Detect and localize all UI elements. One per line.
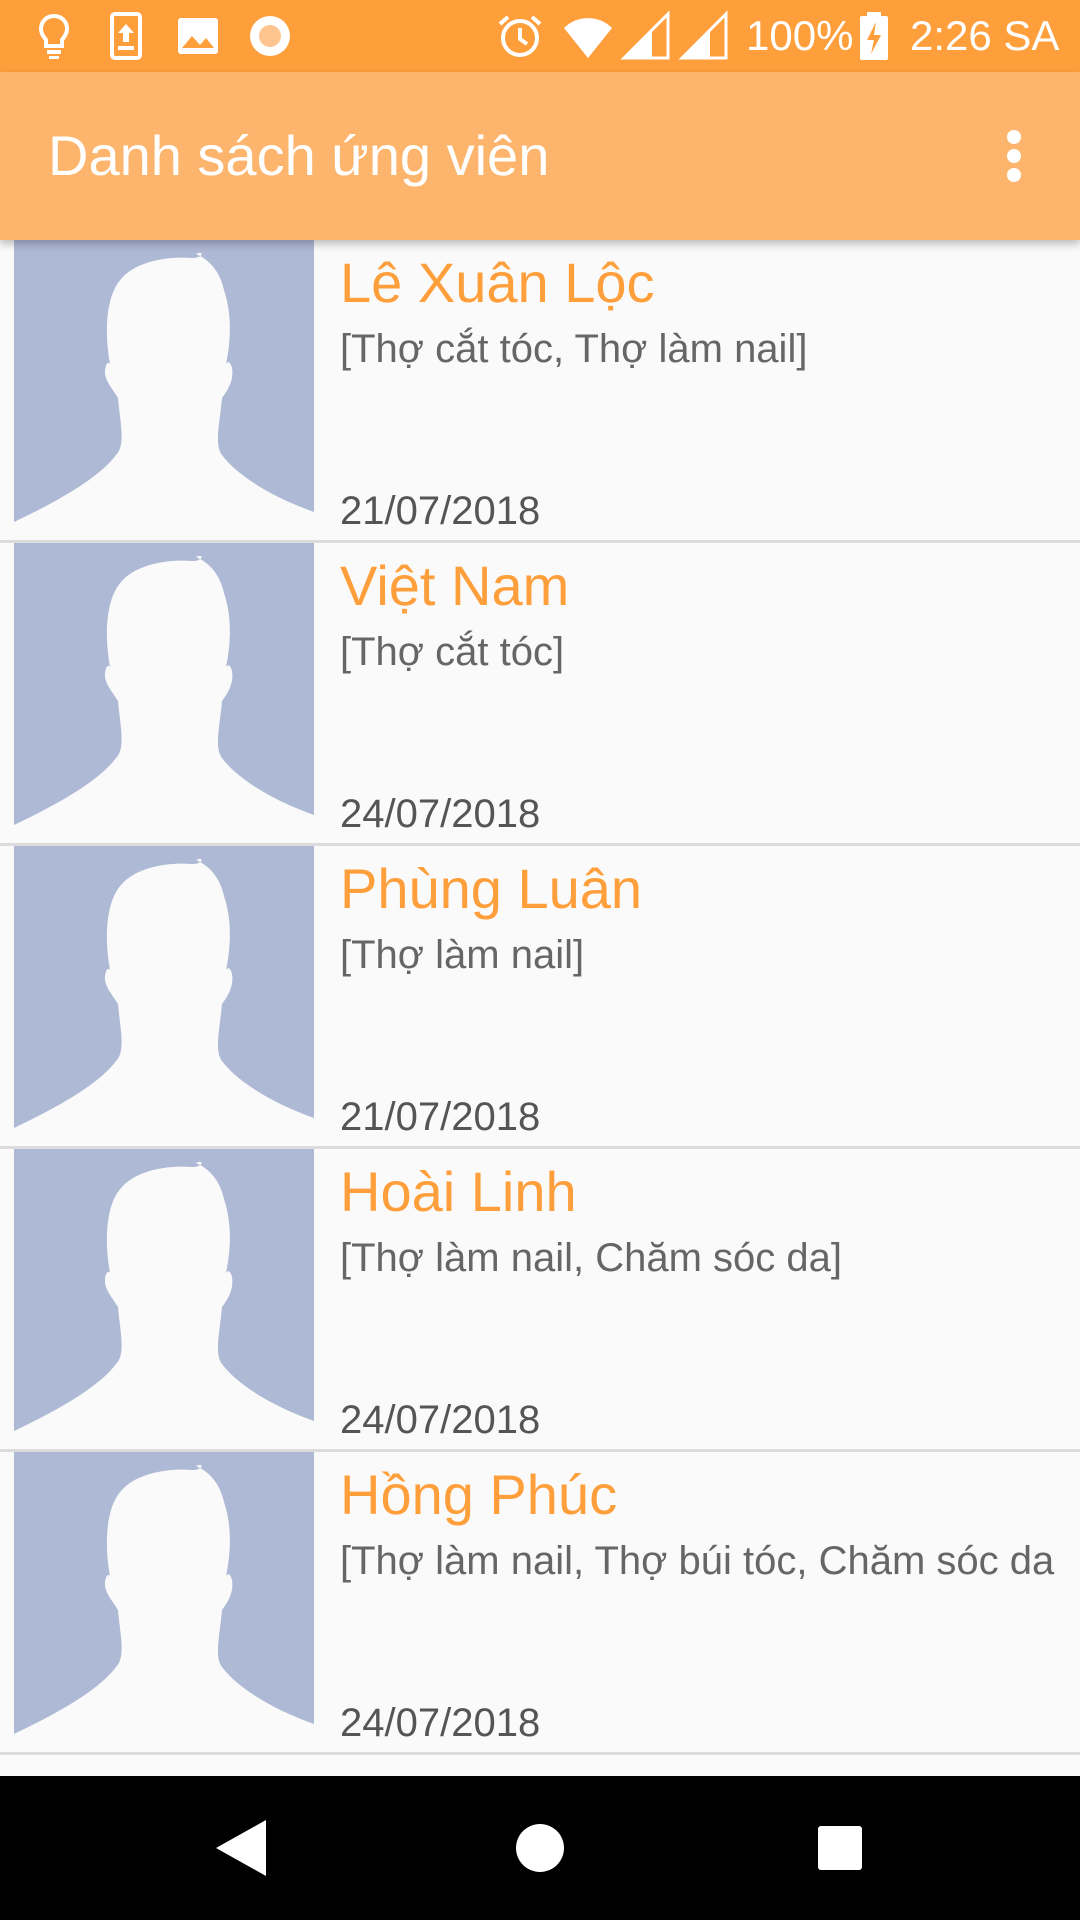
back-icon[interactable] <box>204 1812 276 1884</box>
candidate-date: 24/07/2018 <box>340 1398 541 1442</box>
page-title: Danh sách ứng viên <box>48 124 550 187</box>
candidate-skills: [Thợ cắt tóc] <box>340 630 565 674</box>
avatar <box>14 1149 314 1435</box>
list-item[interactable]: Việt Nam [Thợ cắt tóc] 24/07/2018 <box>0 543 1080 846</box>
candidate-date: 21/07/2018 <box>340 1095 541 1139</box>
avatar <box>14 543 314 829</box>
list-item[interactable]: Hoài Linh [Thợ làm nail, Chăm sóc da] 24… <box>0 1149 1080 1452</box>
candidate-skills: [Thợ làm nail] <box>340 933 585 977</box>
candidate-name: Việt Nam <box>340 554 570 617</box>
lightbulb-icon <box>38 13 70 59</box>
app-bar: Danh sách ứng viên <box>0 72 1080 240</box>
battery-percent: 100% <box>746 12 854 59</box>
candidate-name: Lê Xuân Lộc <box>340 251 655 314</box>
signal-icon <box>678 10 728 60</box>
candidate-skills: [Thợ làm nail, Chăm sóc da] <box>340 1236 842 1280</box>
candidate-date: 21/07/2018 <box>340 489 541 533</box>
candidate-name: Phùng Luân <box>340 857 643 920</box>
candidate-date: 24/07/2018 <box>340 792 541 836</box>
candidate-list: Lê Xuân Lộc [Thợ cắt tóc, Thợ làm nail] … <box>0 240 1080 1755</box>
candidate-name: Hoài Linh <box>340 1160 577 1223</box>
recents-icon[interactable] <box>804 1812 876 1884</box>
battery-charging-icon <box>860 12 888 60</box>
more-vert-icon[interactable] <box>990 122 1038 190</box>
list-item[interactable]: Hồng Phúc [Thợ làm nail, Thợ búi tóc, Ch… <box>0 1452 1080 1755</box>
record-icon <box>250 16 290 56</box>
candidate-skills: [Thợ làm nail, Thợ búi tóc, Chăm sóc da <box>340 1539 1055 1583</box>
wifi-icon <box>564 18 612 59</box>
avatar <box>14 240 314 526</box>
alarm-icon <box>498 15 542 57</box>
avatar <box>14 846 314 1132</box>
clock: 2:26 SA <box>910 12 1060 59</box>
status-bar: 100% 2:26 SA <box>0 0 1080 72</box>
candidate-name: Hồng Phúc <box>340 1463 618 1526</box>
home-icon[interactable] <box>504 1812 576 1884</box>
list-item[interactable]: Lê Xuân Lộc [Thợ cắt tóc, Thợ làm nail] … <box>0 240 1080 543</box>
upload-icon <box>110 12 142 60</box>
signal-icon <box>620 10 670 60</box>
screen: 100% 2:26 SA Danh sách ứng viên Lê Xuân … <box>0 0 1080 1920</box>
candidate-date: 24/07/2018 <box>340 1701 541 1745</box>
candidate-skills: [Thợ cắt tóc, Thợ làm nail] <box>340 327 808 371</box>
image-icon <box>178 18 218 54</box>
avatar <box>14 1452 314 1738</box>
list-item[interactable]: Phùng Luân [Thợ làm nail] 21/07/2018 <box>0 846 1080 1149</box>
navigation-bar <box>0 1776 1080 1920</box>
